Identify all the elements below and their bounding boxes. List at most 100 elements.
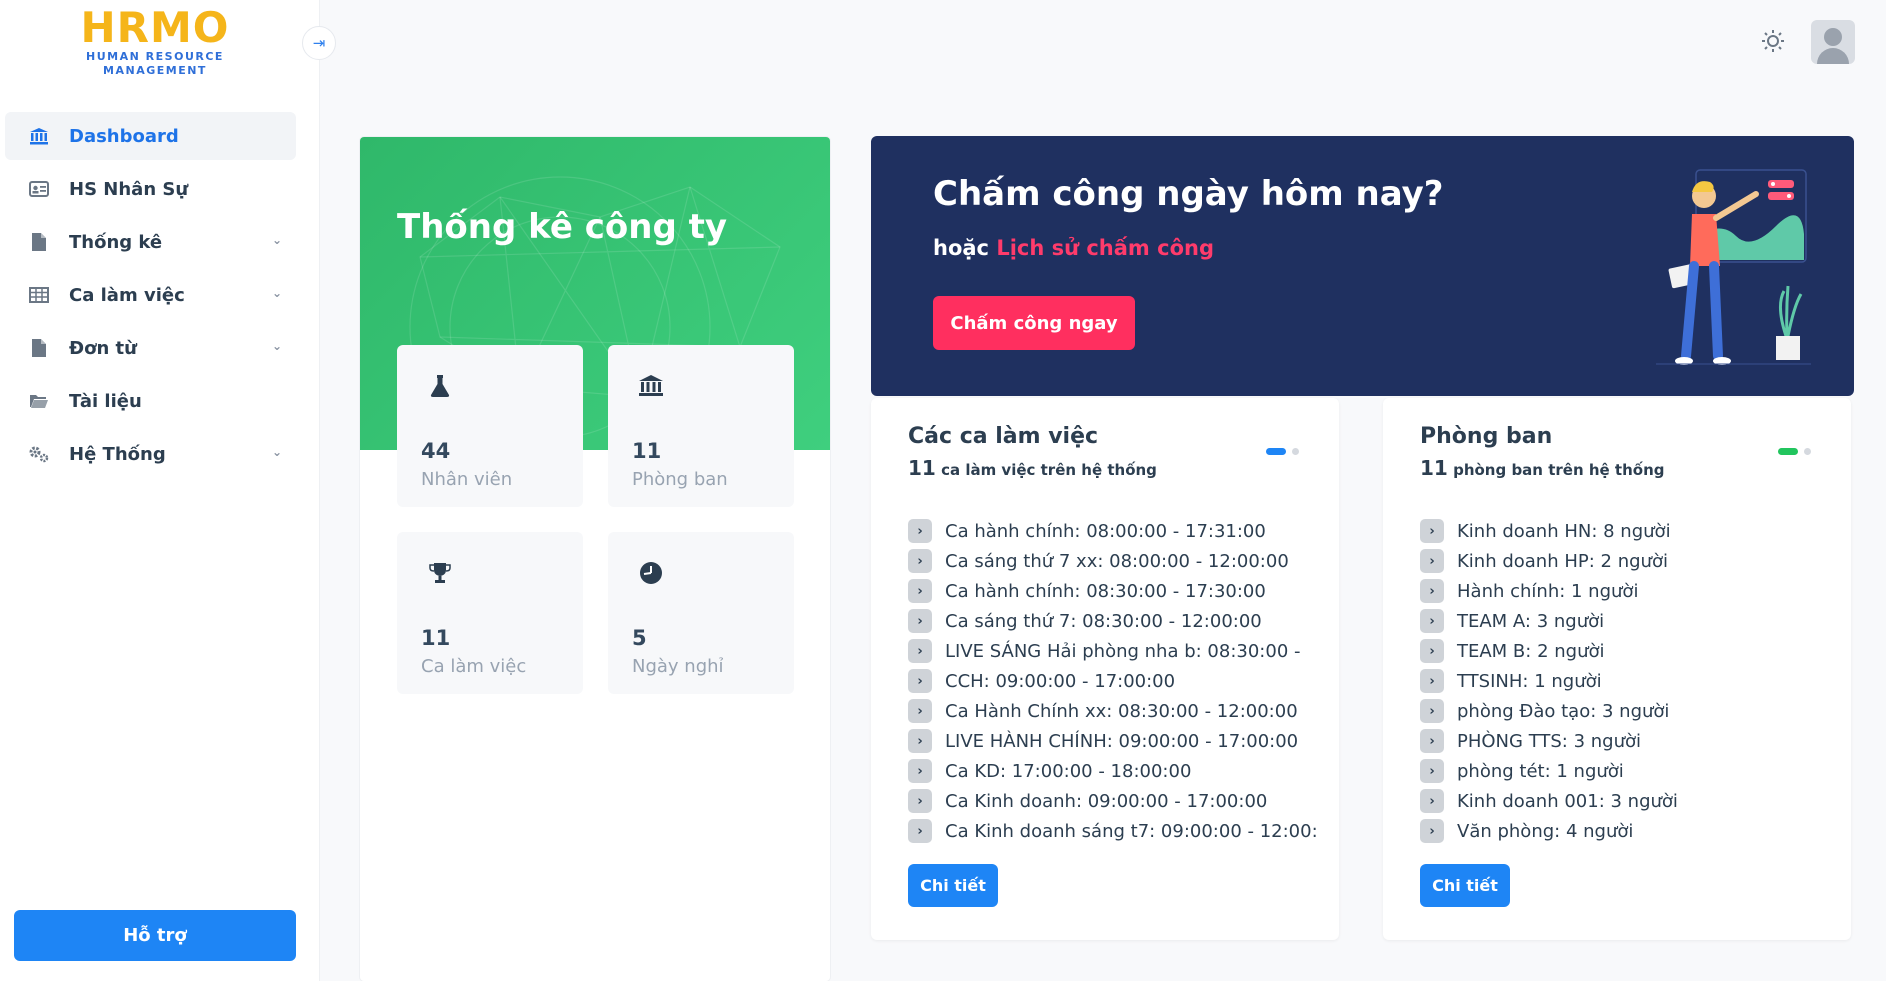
carousel-dot[interactable] [1804,448,1811,455]
stat-label: Ca làm việc [421,656,527,677]
support-button[interactable]: Hỗ trợ [14,910,296,961]
sidebar-nav: Dashboard HS Nhân Sự Thống kê ⌄ Ca làm v… [5,112,296,483]
file-icon [27,338,51,358]
sidebar-item-thong-ke[interactable]: Thống kê ⌄ [5,218,296,266]
chevron-right-icon: › [1420,789,1444,813]
departments-title: Phòng ban [1420,424,1553,449]
list-item[interactable]: › Kinh doanh 001: 3 người [1420,786,1830,816]
list-item[interactable]: › Kinh doanh HN: 8 người [1420,516,1830,546]
chevron-right-icon: › [1420,669,1444,693]
stat-value: 11 [632,439,662,463]
list-item-text: Ca sáng thứ 7 xx: 08:00:00 - 12:00:00 [945,550,1289,572]
chevron-right-icon: › [908,729,932,753]
stat-label: Ngày nghỉ [632,656,724,677]
chevron-right-icon: › [1420,639,1444,663]
list-item[interactable]: › Ca KD: 17:00:00 - 18:00:00 [908,756,1318,786]
list-item[interactable]: › LIVE HÀNH CHÍNH: 09:00:00 - 17:00:00 [908,726,1318,756]
person-illustration-icon [1656,169,1811,365]
departments-count: 11 phòng ban trên hệ thống [1420,456,1664,480]
chevron-right-icon: › [908,639,932,663]
shifts-detail-button[interactable]: Chi tiết [908,864,998,907]
chevron-down-icon: ⌄ [271,286,282,300]
sidebar-item-ca-lam-viec[interactable]: Ca làm việc ⌄ [5,271,296,319]
departments-detail-button[interactable]: Chi tiết [1420,864,1510,907]
stat-tile-shifts[interactable]: 11 Ca làm việc [397,532,583,694]
chevron-right-icon: › [908,609,932,633]
sidebar-item-hs-nhan-su[interactable]: HS Nhân Sự [5,165,296,213]
departments-count-suffix: phòng ban trên hệ thống [1453,461,1665,479]
chevron-down-icon: ⌄ [271,233,282,247]
sidebar-item-dashboard[interactable]: Dashboard [5,112,296,160]
chevron-down-icon: ⌄ [271,445,282,459]
stat-value: 11 [421,626,451,650]
chevron-right-icon: › [908,789,932,813]
list-item-text: Ca KD: 17:00:00 - 18:00:00 [945,760,1192,782]
list-item-text: Văn phòng: 4 người [1457,820,1634,842]
carousel-dots[interactable] [1778,448,1811,455]
trophy-icon [425,558,455,588]
list-item[interactable]: › TEAM B: 2 người [1420,636,1830,666]
stats-title: Thống kê công ty [397,207,728,247]
departments-count-number: 11 [1420,456,1448,480]
shifts-title: Các ca làm việc [908,424,1099,449]
list-item[interactable]: › Ca Kinh doanh: 09:00:00 - 17:00:00 [908,786,1318,816]
chevron-right-icon: › [908,579,932,603]
list-item[interactable]: › LIVE SÁNG Hải phòng nha b: 08:30:00 - [908,636,1318,666]
list-item[interactable]: › TTSINH: 1 người [1420,666,1830,696]
chevron-right-icon: › [1420,759,1444,783]
company-stats-card: Thống kê công ty 44 Nhân viên 11 Phòng b… [360,137,830,981]
chevron-right-icon: › [1420,699,1444,723]
avatar-head [1824,28,1842,46]
stat-tile-employees[interactable]: 44 Nhân viên [397,345,583,507]
list-item[interactable]: › TEAM A: 3 người [1420,606,1830,636]
sidebar-item-don-tu[interactable]: Đơn từ ⌄ [5,324,296,372]
list-item[interactable]: › Ca hành chính: 08:00:00 - 17:31:00 [908,516,1318,546]
carousel-dot-active[interactable] [1266,448,1286,455]
avatar[interactable] [1811,20,1855,64]
avatar-body [1817,48,1849,64]
carousel-dot[interactable] [1292,448,1299,455]
chevron-right-icon: › [1420,579,1444,603]
list-item[interactable]: › Ca Hành Chính xx: 08:30:00 - 12:00:00 [908,696,1318,726]
sun-icon[interactable] [1758,26,1788,56]
attendance-history-link[interactable]: Lịch sử chấm công [996,236,1214,260]
list-item-text: TEAM B: 2 người [1457,640,1605,662]
logo[interactable]: HRMO HUMAN RESOURCE MANAGEMENT [80,6,230,78]
sidebar-item-label: HS Nhân Sự [69,178,189,200]
list-item-text: Ca Hành Chính xx: 08:30:00 - 12:00:00 [945,700,1298,722]
carousel-dots[interactable] [1266,448,1299,455]
sidebar-item-he-thong[interactable]: Hệ Thống ⌄ [5,430,296,478]
list-item[interactable]: › CCH: 09:00:00 - 17:00:00 [908,666,1318,696]
chevron-right-icon: › [908,549,932,573]
list-item[interactable]: › phòng Đào tạo: 3 người [1420,696,1830,726]
list-item-text: Ca sáng thứ 7: 08:30:00 - 12:00:00 [945,610,1262,632]
check-in-now-button[interactable]: Chấm công ngay [933,296,1135,350]
chevron-right-icon: › [908,699,932,723]
flask-icon [425,371,455,401]
list-item[interactable]: › Ca Kinh doanh sáng t7: 09:00:00 - 12:00… [908,816,1318,846]
list-item[interactable]: › Hành chính: 1 người [1420,576,1830,606]
list-item[interactable]: › Kinh doanh HP: 2 người [1420,546,1830,576]
list-item-text: Kinh doanh 001: 3 người [1457,790,1678,812]
chevron-right-icon: › [908,759,932,783]
list-item[interactable]: › phòng tét: 1 người [1420,756,1830,786]
logo-subtitle-2: MANAGEMENT [103,64,207,77]
list-item-text: Ca hành chính: 08:30:00 - 17:30:00 [945,580,1266,602]
stat-tile-departments[interactable]: 11 Phòng ban [608,345,794,507]
list-item-text: PHÒNG TTS: 3 người [1457,730,1642,752]
list-item[interactable]: › Ca sáng thứ 7: 08:30:00 - 12:00:00 [908,606,1318,636]
list-item[interactable]: › PHÒNG TTS: 3 người [1420,726,1830,756]
list-item-text: Kinh doanh HP: 2 người [1457,550,1668,572]
stat-tile-holidays[interactable]: 5 Ngày nghỉ [608,532,794,694]
arrow-right-icon: ⇥ [312,34,326,52]
chevron-right-icon: › [1420,729,1444,753]
collapse-sidebar-button[interactable]: ⇥ [302,26,336,60]
list-item[interactable]: › Văn phòng: 4 người [1420,816,1830,846]
list-item-text: Ca hành chính: 08:00:00 - 17:31:00 [945,520,1266,542]
list-item[interactable]: › Ca sáng thứ 7 xx: 08:00:00 - 12:00:00 [908,546,1318,576]
sidebar-item-tai-lieu[interactable]: Tài liệu [5,377,296,425]
carousel-dot-active[interactable] [1778,448,1798,455]
list-item-text: phòng tét: 1 người [1457,760,1624,782]
list-item[interactable]: › Ca hành chính: 08:30:00 - 17:30:00 [908,576,1318,606]
list-item-text: CCH: 09:00:00 - 17:00:00 [945,670,1176,692]
